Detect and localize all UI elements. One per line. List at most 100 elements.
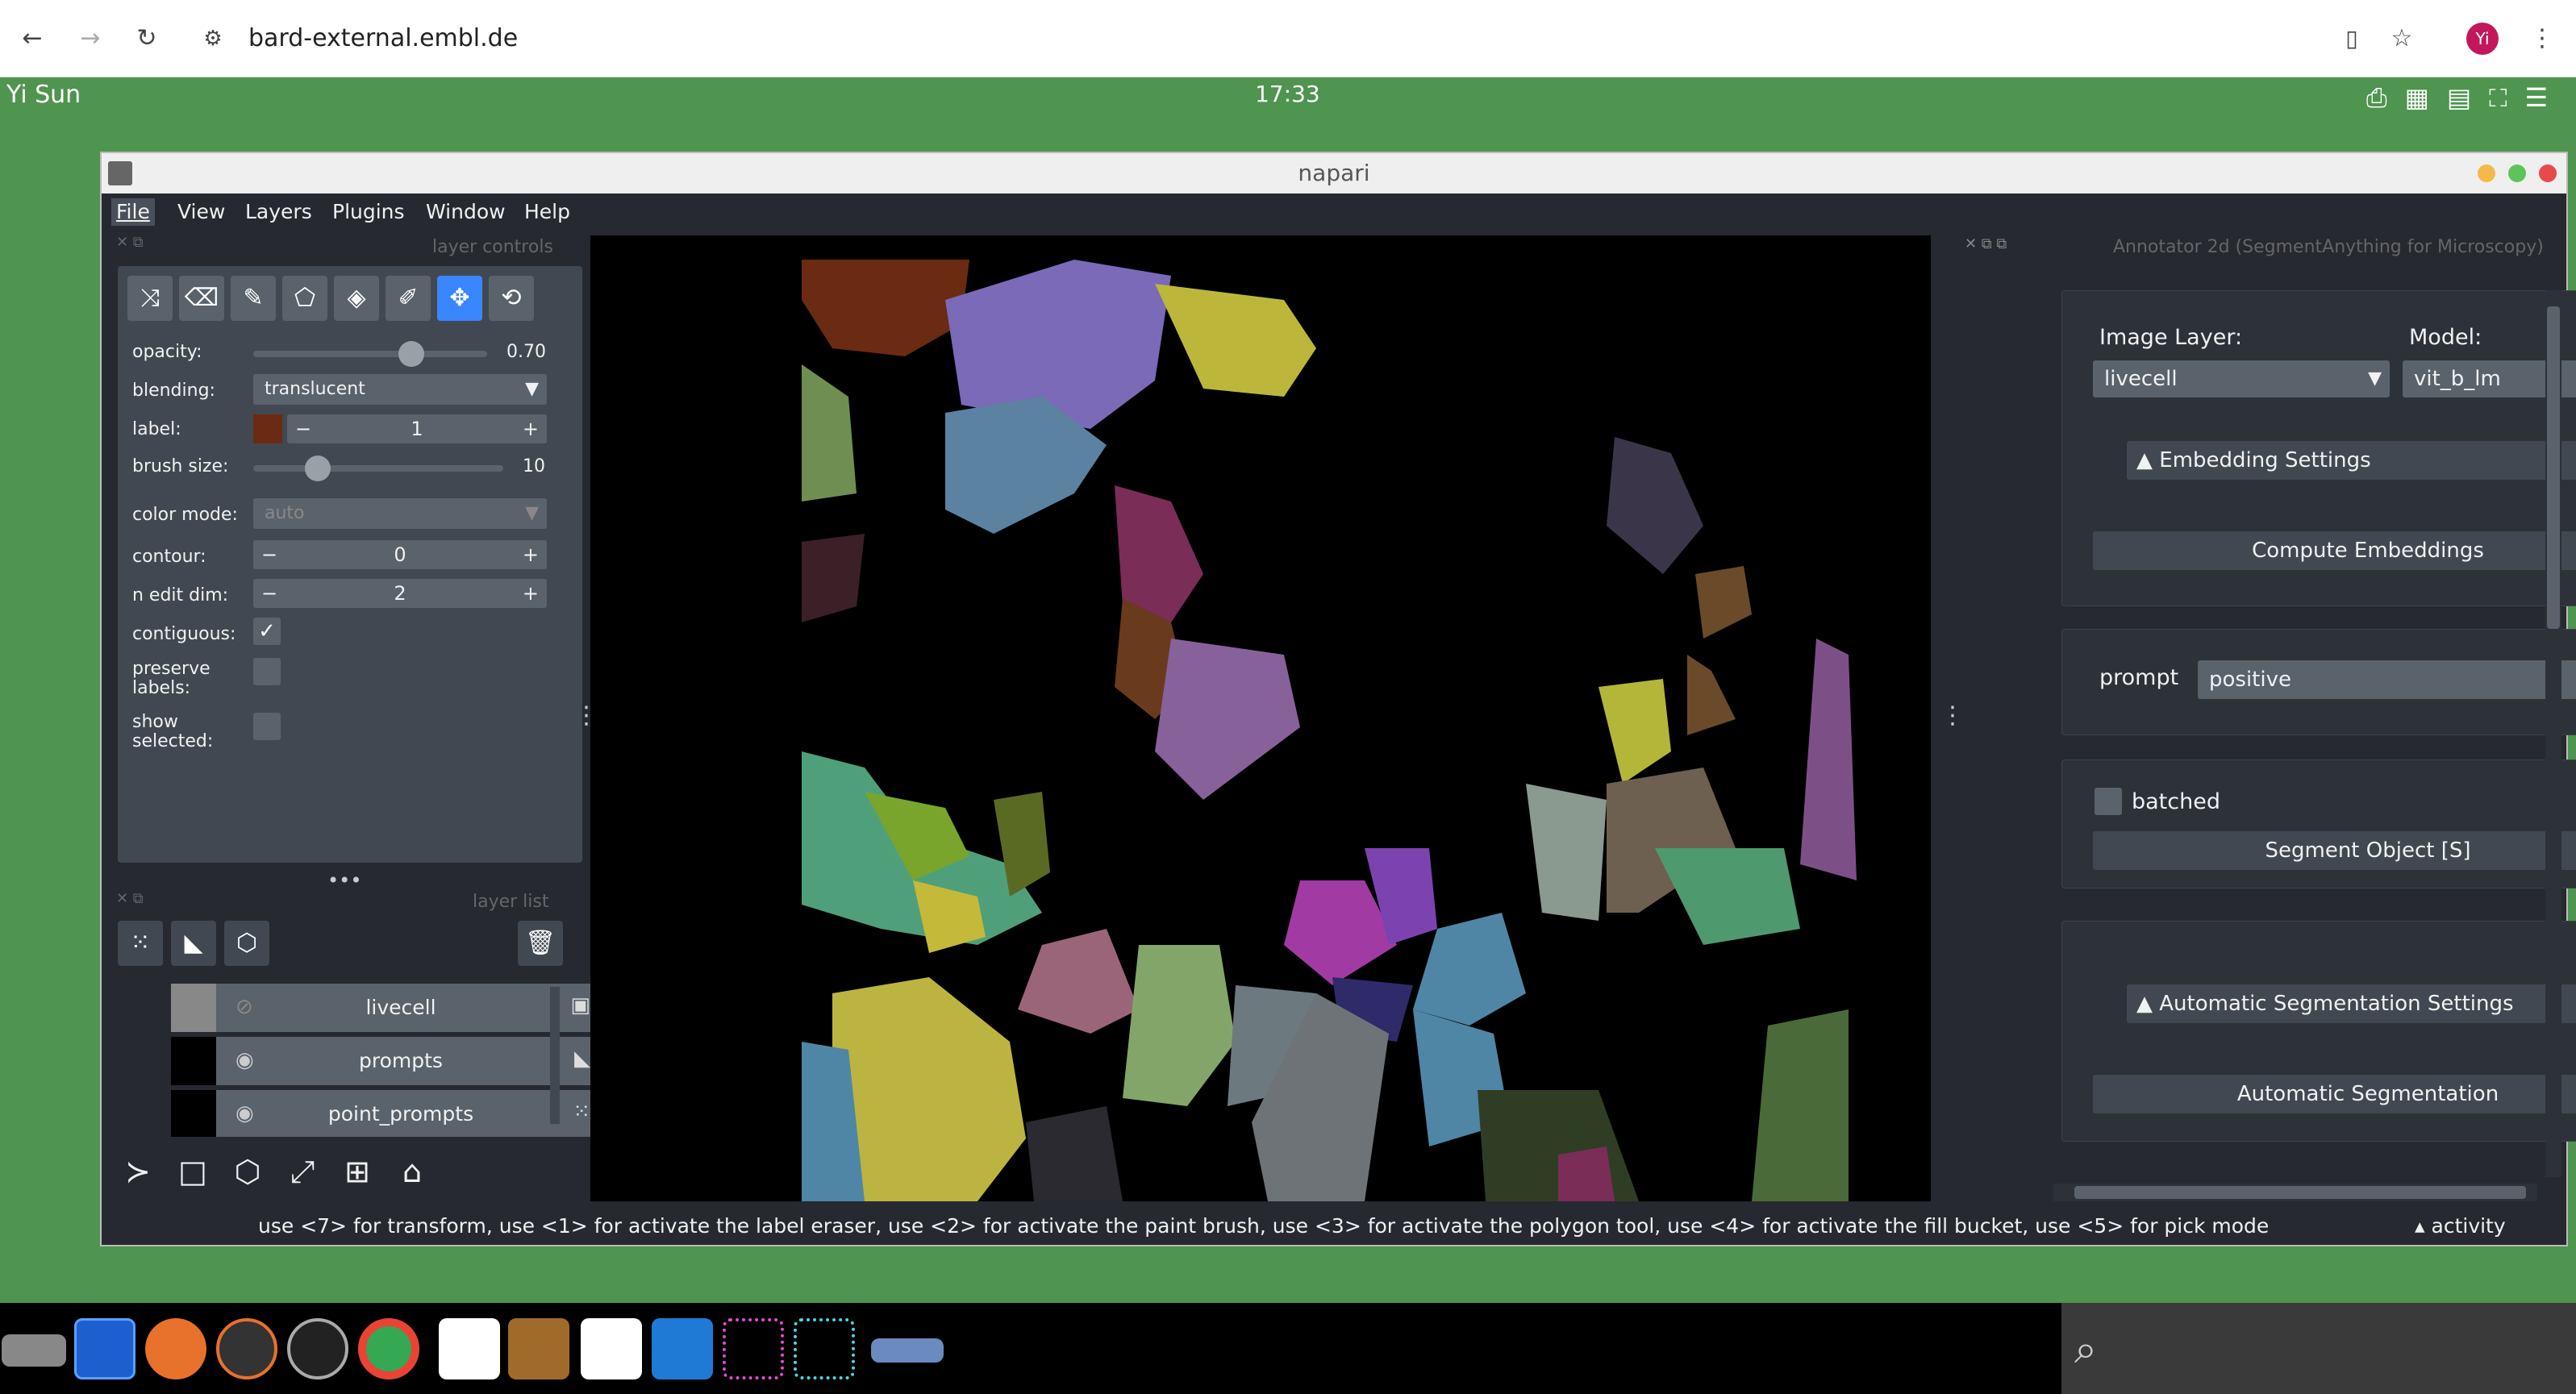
profile-avatar[interactable]: Yi xyxy=(2466,23,2499,55)
firefox-icon[interactable] xyxy=(145,1318,206,1379)
layer-row-livecell[interactable]: ⊘ livecell ▣ xyxy=(171,984,606,1032)
preserve-labels-checkbox[interactable] xyxy=(253,658,281,685)
n-edit-dim-spinbox[interactable]: − 2 + xyxy=(253,579,547,608)
jupyter-icon[interactable] xyxy=(216,1318,277,1379)
reload-icon[interactable]: ↻ xyxy=(131,23,163,55)
color-mode-select[interactable]: auto ▼ xyxy=(253,498,547,529)
minus-icon[interactable]: − xyxy=(261,579,277,608)
opacity-slider-handle[interactable] xyxy=(398,341,424,367)
site-info-icon[interactable]: ⚙ xyxy=(197,23,229,55)
label-color-swatch[interactable] xyxy=(253,414,282,443)
menu-help[interactable]: Help xyxy=(519,198,575,226)
splitter-handle[interactable]: ⋮ xyxy=(1940,701,1965,730)
brush-size-label: brush size: xyxy=(132,456,229,476)
automatic-segmentation-button[interactable]: Automatic Segmentation xyxy=(2093,1075,2576,1113)
activity-button[interactable]: ▴ activity xyxy=(2415,1214,2506,1238)
compute-embeddings-button[interactable]: Compute Embeddings xyxy=(2093,531,2576,570)
layer-list: ⊘ livecell ▣ ◉ prompts ◣ ◉ point_prompts… xyxy=(171,984,606,1137)
forward-icon[interactable]: → xyxy=(74,23,106,55)
menu-view[interactable]: View xyxy=(173,198,230,226)
splitter-handle[interactable]: ••• xyxy=(327,869,361,892)
brush-size-handle[interactable] xyxy=(305,456,331,481)
address-bar[interactable]: bard-external.embl.de xyxy=(248,23,518,55)
layer-row-point-prompts[interactable]: ◉ point_prompts ⁙ xyxy=(171,1090,606,1137)
desktop-tray-icons[interactable]: ⎙▦▤⛶☰ xyxy=(2366,82,2566,114)
opacity-label: opacity: xyxy=(132,342,202,362)
minus-icon[interactable]: − xyxy=(295,414,311,443)
fill-bucket-icon[interactable]: ◈ xyxy=(334,276,379,321)
roll-dims-icon[interactable]: ⬡ xyxy=(224,1148,271,1195)
gimp-icon[interactable] xyxy=(508,1318,569,1379)
new-points-layer-icon[interactable]: ⁙ xyxy=(118,921,163,966)
opacity-slider[interactable] xyxy=(253,351,487,357)
minimize-button[interactable] xyxy=(2478,164,2495,182)
close-button[interactable] xyxy=(2539,164,2557,182)
annotator-hscrollbar[interactable] xyxy=(2053,1184,2537,1201)
label-spinbox[interactable]: − 1 + xyxy=(287,414,547,443)
batched-checkbox[interactable] xyxy=(2095,788,2122,815)
eye-icon[interactable]: ◉ xyxy=(236,1048,254,1072)
polygon-icon[interactable]: ⬠ xyxy=(282,276,327,321)
image-canvas[interactable] xyxy=(590,235,1931,1201)
console-icon[interactable]: ≻ xyxy=(115,1148,161,1195)
app-icon[interactable] xyxy=(871,1338,944,1363)
image-layer-select[interactable]: livecell ▼ xyxy=(2093,360,2390,397)
search-field[interactable]: ⌕ xyxy=(2061,1303,2576,1394)
napari-icon[interactable] xyxy=(794,1318,855,1379)
libreoffice-icon[interactable] xyxy=(581,1318,642,1379)
pan-zoom-icon[interactable]: ✥ xyxy=(437,276,482,321)
text-editor-icon[interactable] xyxy=(439,1318,500,1379)
keyboard-icon[interactable] xyxy=(2,1334,66,1367)
hscroll-thumb[interactable] xyxy=(2074,1186,2526,1199)
prompt-select[interactable]: positive xyxy=(2198,660,2576,699)
grid-icon[interactable]: ⊞ xyxy=(334,1148,381,1195)
dock-float-icons[interactable]: ✕ ⧉ ⧉ xyxy=(1965,235,2007,252)
bookmark-star-icon[interactable]: ☆ xyxy=(2386,23,2418,55)
eye-icon[interactable]: ◉ xyxy=(236,1101,254,1126)
minus-icon[interactable]: − xyxy=(261,540,277,569)
transform-icon[interactable]: ⟲ xyxy=(489,276,534,321)
picker-icon[interactable]: ✐ xyxy=(386,276,431,321)
layer-list-scrollbar[interactable] xyxy=(550,987,560,1124)
new-shapes-layer-icon[interactable]: ◣ xyxy=(171,921,216,966)
plus-icon[interactable]: + xyxy=(523,540,539,569)
embedding-settings-toggle[interactable]: ▲ Embedding Settings xyxy=(2127,441,2576,480)
home-icon[interactable]: ⌂ xyxy=(389,1148,436,1195)
dock-float-icons[interactable]: ✕ ⧉ xyxy=(116,890,144,907)
layer-controls-header: layer controls xyxy=(432,237,553,257)
dock-float-icons[interactable]: ✕ ⧉ xyxy=(116,234,144,251)
delete-layer-icon[interactable]: 🗑 xyxy=(518,921,563,966)
menu-window[interactable]: Window xyxy=(421,198,511,226)
blending-select[interactable]: translucent ▼ xyxy=(253,374,547,405)
contour-spinbox[interactable]: − 0 + xyxy=(253,540,547,569)
back-icon[interactable]: ← xyxy=(16,23,48,55)
file-manager-icon[interactable] xyxy=(74,1318,135,1379)
segment-object-button[interactable]: Segment Object [S] xyxy=(2093,831,2576,870)
shuffle-colors-icon[interactable]: ⤨ xyxy=(127,276,173,321)
vscroll-thumb[interactable] xyxy=(2547,306,2560,629)
napari-icon[interactable] xyxy=(723,1318,784,1379)
hidden-eye-icon[interactable]: ⊘ xyxy=(236,995,253,1019)
safari-icon[interactable] xyxy=(287,1318,348,1379)
layer-row-prompts[interactable]: ◉ prompts ◣ xyxy=(171,1037,606,1085)
browser-menu-icon[interactable]: ⋮ xyxy=(2526,23,2558,55)
transpose-icon[interactable]: ⤢ xyxy=(279,1148,326,1195)
new-labels-layer-icon[interactable]: ⬡ xyxy=(224,921,269,966)
maximize-button[interactable] xyxy=(2508,164,2526,182)
menu-plugins[interactable]: Plugins xyxy=(327,198,410,226)
menu-layers[interactable]: Layers xyxy=(240,198,317,226)
show-selected-checkbox[interactable] xyxy=(253,713,281,740)
chrome-icon[interactable] xyxy=(358,1318,419,1379)
eraser-icon[interactable]: ⌫ xyxy=(179,276,224,321)
clipboard-icon[interactable]: ▯ xyxy=(2336,23,2368,55)
ndisplay-icon[interactable]: □ xyxy=(169,1148,216,1195)
annotator-vscrollbar[interactable] xyxy=(2545,290,2561,1177)
vscode-icon[interactable] xyxy=(652,1318,713,1379)
paint-brush-icon[interactable]: ✎ xyxy=(231,276,276,321)
plus-icon[interactable]: + xyxy=(523,579,539,608)
contiguous-checkbox[interactable]: ✓ xyxy=(253,618,281,645)
menu-file[interactable]: File xyxy=(111,198,155,226)
brush-size-slider[interactable] xyxy=(253,465,503,472)
auto-settings-toggle[interactable]: ▲ Automatic Segmentation Settings xyxy=(2127,984,2576,1023)
plus-icon[interactable]: + xyxy=(523,414,539,443)
